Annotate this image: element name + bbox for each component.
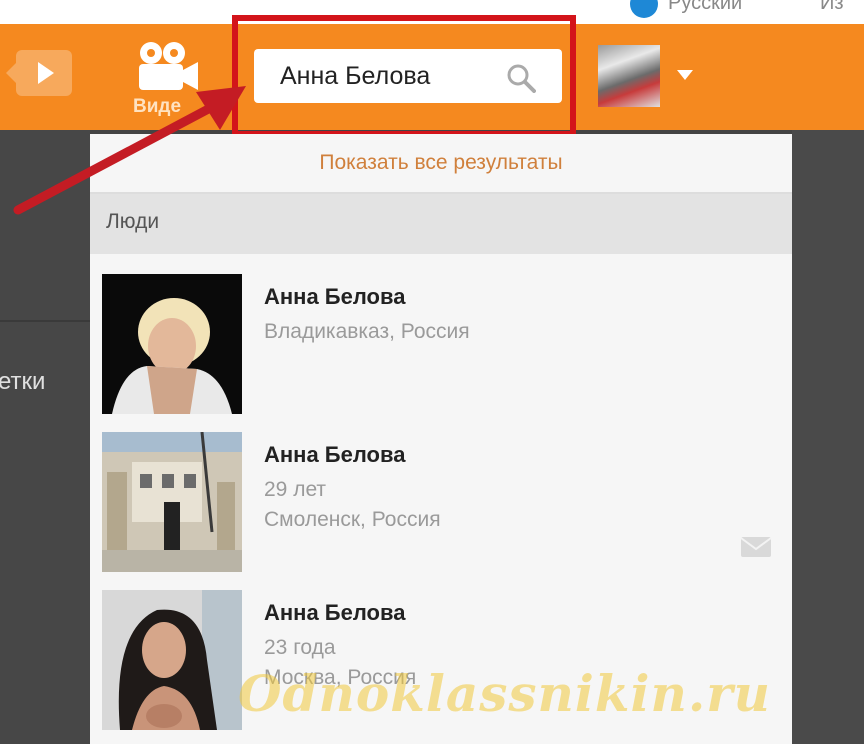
play-triangle: [38, 62, 54, 84]
result-name[interactable]: Анна Белова: [264, 442, 405, 468]
search-highlight-frame: [232, 15, 576, 137]
result-photo[interactable]: [102, 590, 242, 730]
background-right-panel: [792, 130, 864, 744]
result-name[interactable]: Анна Белова: [264, 284, 405, 310]
show-all-results-link[interactable]: Показать все результаты: [90, 134, 792, 192]
chevron-down-icon[interactable]: [677, 70, 693, 80]
result-location: Владикавказ, Россия: [264, 320, 470, 343]
result-age: 29 лет: [264, 478, 327, 501]
result-age: 23 года: [264, 636, 336, 659]
language-label[interactable]: Русский: [668, 0, 742, 15]
language-globe-icon[interactable]: [630, 0, 658, 18]
left-divider: [0, 320, 90, 322]
top-right-link[interactable]: Из: [820, 0, 844, 15]
result-photo[interactable]: [102, 274, 242, 414]
video-play-icon[interactable]: [6, 50, 72, 96]
play-notch: [6, 63, 16, 83]
video-camera-icon[interactable]: [134, 40, 200, 94]
result-name[interactable]: Анна Белова: [264, 600, 405, 626]
result-location: Смоленск, Россия: [264, 508, 441, 531]
watermark: Odnoklassnikin.ru: [238, 664, 771, 723]
section-header: Люди: [90, 194, 792, 254]
result-photo[interactable]: [102, 432, 242, 572]
background-left-panel: [0, 130, 90, 744]
section-label-people: Люди: [106, 210, 160, 233]
search-results-dropdown: Показать все результаты Люди Анна Белова…: [90, 134, 792, 744]
video-label[interactable]: Виде: [133, 96, 181, 118]
avatar[interactable]: [598, 45, 660, 107]
background-left-text: етки: [0, 368, 46, 395]
result-item[interactable]: Анна Белова 29 лет Смоленск, Россия: [90, 432, 792, 590]
mail-icon[interactable]: [740, 536, 772, 558]
result-item[interactable]: Анна Белова Владикавказ, Россия: [90, 274, 792, 432]
